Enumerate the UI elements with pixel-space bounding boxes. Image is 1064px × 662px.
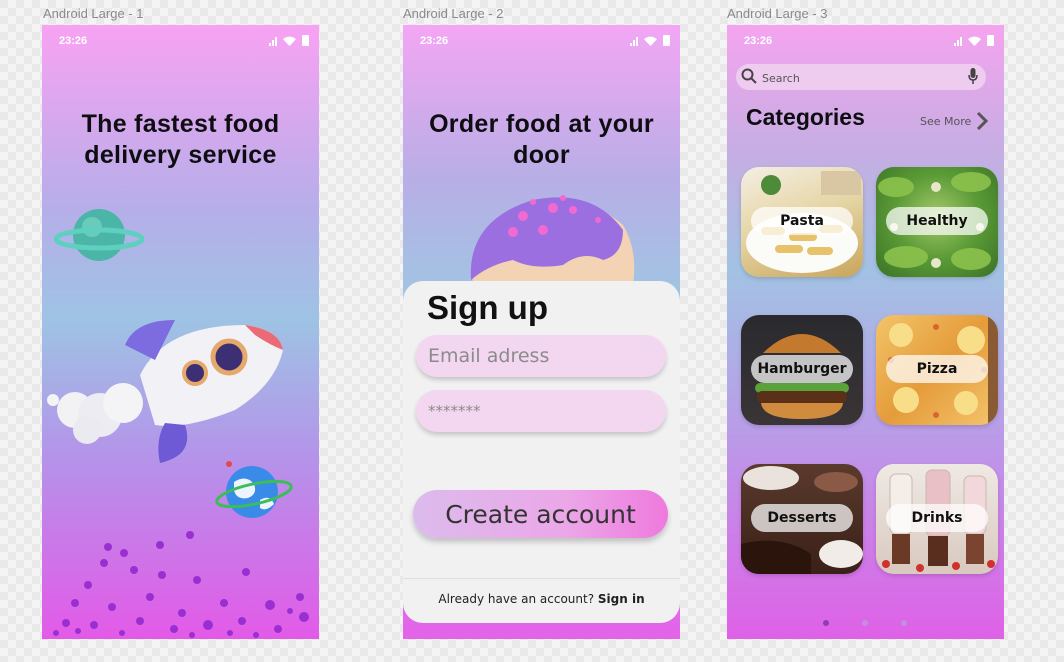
email-field[interactable] [416,335,666,377]
frame-label-2: Android Large - 2 [403,6,504,21]
status-time: 23:26 [420,35,449,47]
page-dot[interactable] [862,620,868,626]
category-tile-pizza[interactable]: Pizza [876,315,998,425]
status-time: 23:26 [59,35,88,47]
battery-icon [302,35,309,46]
category-label: Desserts [751,504,853,532]
battery-icon [987,35,994,46]
planet-icon [54,209,144,261]
donut-illustration [470,195,635,285]
signal-icon [954,36,962,46]
category-label: Pasta [751,207,853,235]
status-bar: 23:26 [744,35,994,49]
divider [403,578,680,579]
see-more-link[interactable]: See More [920,111,989,131]
categories-screen: 23:26 Categories See More Pasta Healthy [727,25,1004,639]
rocket-illustration [47,320,283,463]
globe-icon [215,461,293,518]
category-label: Healthy [886,207,988,235]
search-input[interactable] [760,67,944,89]
wifi-icon [283,36,296,46]
category-tile-drinks[interactable]: Drinks [876,464,998,574]
signin-link[interactable]: Sign in [598,592,645,606]
signup-headline: Order food at your door [429,110,654,169]
search-icon [741,68,757,84]
status-time: 23:26 [744,35,773,47]
chevron-right-icon [977,111,989,131]
status-bar: 23:26 [59,35,309,49]
page-dot[interactable] [823,620,829,626]
onboarding-screen: 23:26 The fastest food delivery service [42,25,319,639]
frame-label-3: Android Large - 3 [727,6,828,21]
signup-card: Sign up Create account Already have an a… [403,281,680,623]
create-account-button[interactable]: Create account [413,490,668,538]
signin-prompt: Already have an account? Sign in [403,592,680,606]
category-tile-desserts[interactable]: Desserts [741,464,863,574]
page-dot[interactable] [901,620,907,626]
battery-icon [663,35,670,46]
search-bar[interactable] [736,64,986,90]
frame-label-1: Android Large - 1 [43,6,144,21]
wifi-icon [968,36,981,46]
status-bar: 23:26 [420,35,670,49]
category-label: Hamburger [751,355,853,383]
password-field[interactable] [416,390,666,432]
signup-screen: 23:26 Order food at your door Sign up Cr… [403,25,680,639]
wifi-icon [644,36,657,46]
signal-icon [630,36,638,46]
signup-title: Sign up [427,289,548,326]
categories-title: Categories [746,104,865,130]
already-account-text: Already have an account? [438,592,598,606]
category-tile-healthy[interactable]: Healthy [876,167,998,277]
category-label: Pizza [886,355,988,383]
decorative-balls [53,531,309,638]
signal-icon [269,36,277,46]
category-tile-pasta[interactable]: Pasta [741,167,863,277]
category-tile-hamburger[interactable]: Hamburger [741,315,863,425]
onboarding-headline: The fastest food delivery service [81,110,280,169]
microphone-icon[interactable] [968,68,978,84]
see-more-label: See More [920,114,972,128]
category-label: Drinks [886,504,988,532]
